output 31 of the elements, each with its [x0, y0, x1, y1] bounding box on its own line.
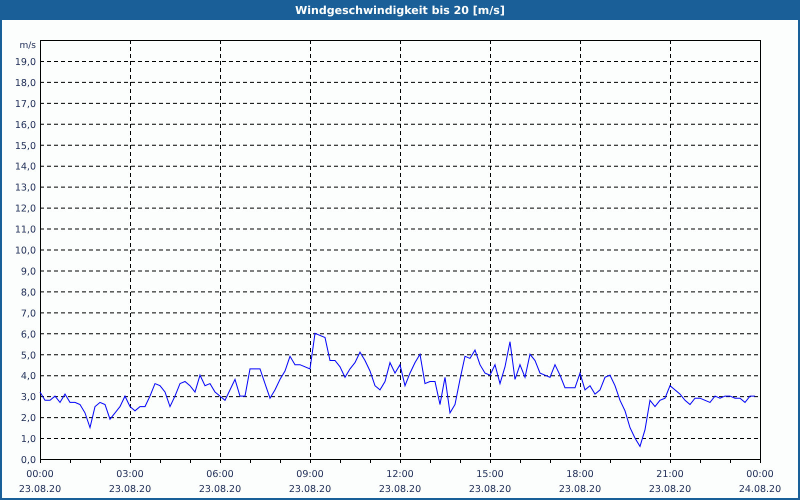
y-tick-label: 9,0 — [20, 266, 36, 278]
y-tick-label: 12,0 — [14, 204, 36, 215]
y-tick-label: 17,0 — [14, 98, 36, 110]
x-tick-label: 00:00 24.08.20 — [738, 469, 782, 495]
y-tick-label: 16,0 — [14, 120, 36, 131]
x-tick-label: 15:00 23.08.20 — [468, 469, 512, 495]
window-title: Windgeschwindigkeit bis 20 [m/s] — [295, 4, 505, 16]
y-tick-label: 4,0 — [20, 371, 36, 382]
y-tick-label: 18,0 — [14, 78, 36, 89]
y-tick-label: 10,0 — [14, 246, 36, 256]
x-tick-label: 00:00 23.08.20 — [18, 469, 62, 495]
y-axis-unit: m/s — [20, 41, 36, 51]
y-tick-label: 5,0 — [20, 350, 36, 362]
y-tick-label: 2,0 — [20, 413, 36, 424]
y-tick-label: 14,0 — [14, 162, 36, 173]
x-tick-label: 12:00 23.08.20 — [378, 469, 422, 495]
y-tick-label: 1,0 — [20, 434, 36, 446]
y-tick-label: 0,0 — [20, 455, 36, 466]
y-tick-label: 7,0 — [20, 308, 36, 320]
x-tick-label: 09:00 23.08.20 — [288, 469, 332, 495]
x-tick-label: 21:00 23.08.20 — [648, 469, 692, 495]
x-tick-label: 03:00 23.08.20 — [108, 469, 152, 495]
y-tick-label: 13,0 — [14, 182, 36, 194]
x-tick-label: 06:00 23.08.20 — [198, 469, 242, 495]
y-tick-label: 11,0 — [14, 224, 36, 236]
y-tick-label: 19,0 — [14, 56, 36, 68]
x-tick-label: 18:00 23.08.20 — [558, 469, 602, 495]
y-tick-label: 3,0 — [20, 392, 36, 404]
y-tick-label: 15,0 — [14, 140, 36, 152]
y-tick-label: 6,0 — [20, 329, 36, 340]
y-tick-label: 8,0 — [20, 287, 36, 298]
